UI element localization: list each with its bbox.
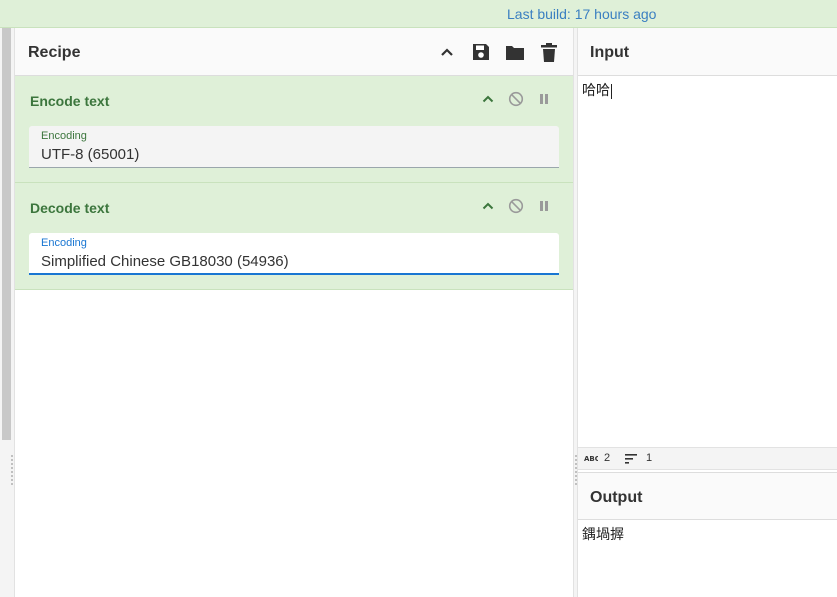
operation-title: Encode text <box>30 93 110 109</box>
trash-icon[interactable] <box>538 41 560 63</box>
lines-icon <box>625 454 637 467</box>
disable-icon[interactable] <box>507 197 525 215</box>
disable-icon[interactable] <box>507 90 525 108</box>
field-label: Encoding <box>41 237 87 249</box>
operation-title: Decode text <box>30 200 110 216</box>
output-textarea[interactable]: 鍝堝搱 <box>578 520 837 597</box>
output-header: Output <box>578 472 837 520</box>
input-textarea[interactable]: 哈哈 <box>578 76 837 447</box>
vertical-scrollbar[interactable] <box>2 28 11 440</box>
recipe-pane: Recipe Encode text Encoding UTF-8 (65001… <box>15 28 573 597</box>
field-value: Simplified Chinese GB18030 (54936) <box>41 253 289 270</box>
input-length: 2 <box>604 452 611 464</box>
io-pane: Input 哈哈 ABC 2 1 Output 鍝堝搱 <box>578 28 837 597</box>
operation-encode-text[interactable]: Encode text Encoding UTF-8 (65001) <box>15 76 573 183</box>
chevron-up-icon[interactable] <box>479 90 497 108</box>
encoding-select[interactable]: Encoding UTF-8 (65001) <box>29 126 559 168</box>
recipe-title: Recipe <box>28 44 81 61</box>
length-icon: ABC <box>584 453 600 466</box>
input-text: 哈哈 <box>582 83 610 99</box>
input-header: Input <box>578 28 837 76</box>
save-icon[interactable] <box>470 41 492 63</box>
top-banner: Last build: 17 hours ago <box>0 0 837 28</box>
text-caret <box>611 83 612 99</box>
output-title: Output <box>590 489 643 506</box>
chevron-up-icon[interactable] <box>479 197 497 215</box>
operation-decode-text[interactable]: Decode text Encoding Simplified Chinese … <box>15 183 573 290</box>
chevron-up-icon[interactable] <box>436 41 458 63</box>
recipe-header: Recipe <box>15 28 573 76</box>
resize-handle-left[interactable] <box>11 455 14 485</box>
output-text: 鍝堝搱 <box>582 527 624 543</box>
field-value: UTF-8 (65001) <box>41 146 140 163</box>
field-label: Encoding <box>41 130 87 142</box>
input-status-bar: ABC 2 1 <box>578 447 837 470</box>
svg-text:ABC: ABC <box>584 455 598 463</box>
input-lines: 1 <box>646 452 653 464</box>
folder-icon[interactable] <box>504 41 526 63</box>
pause-icon[interactable] <box>535 90 553 108</box>
pause-icon[interactable] <box>535 197 553 215</box>
input-title: Input <box>590 44 630 61</box>
encoding-select[interactable]: Encoding Simplified Chinese GB18030 (549… <box>29 233 559 275</box>
last-build-link[interactable]: Last build: 17 hours ago <box>507 6 656 22</box>
